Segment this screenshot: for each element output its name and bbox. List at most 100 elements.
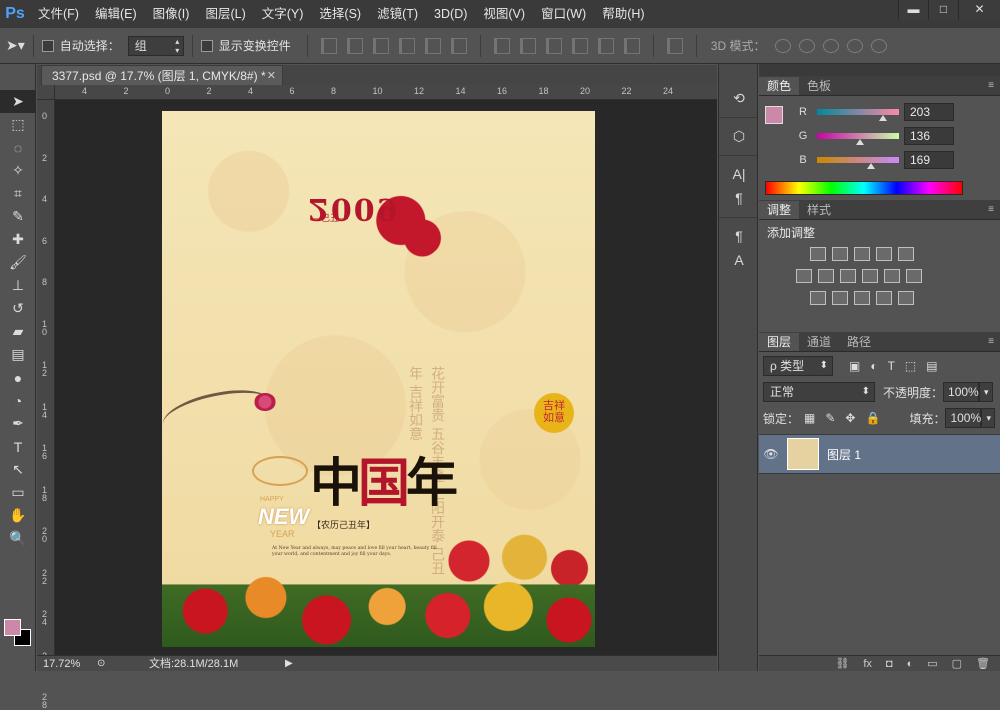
healing-brush-tool-icon[interactable]: ✚ [0,228,36,251]
close-tab-icon[interactable]: ✕ [267,66,276,86]
lock-position-icon[interactable]: ✥ [845,411,855,425]
tab-adjustments[interactable]: 调整 [759,201,800,219]
fill-input[interactable]: 100% [945,408,982,428]
layer-row[interactable]: 👁 图层 1 [759,434,1000,474]
channel-mixer-icon[interactable] [884,269,900,283]
delete-layer-icon[interactable]: 🗑 [976,657,990,670]
3d-pan-icon[interactable] [823,38,840,53]
exposure-icon[interactable] [876,247,892,261]
canvas-area[interactable]: 2009 —己丑— 花开富贵 五谷丰登 三阳开泰 己丑年 吉祥如意 吉祥 如意 … [55,100,717,655]
new-group-icon[interactable]: ▭ [927,657,937,670]
3d-roll-icon[interactable] [799,38,816,53]
marquee-tool-icon[interactable]: ⬚ [0,113,36,136]
move-tool-icon[interactable]: ➤▾ [6,37,25,54]
layer-thumbnail[interactable] [787,438,819,470]
paragraph-styles-icon[interactable]: ¶ [719,224,759,248]
magic-wand-tool-icon[interactable]: ✧ [0,159,36,182]
channel-value-input[interactable]: 203 [904,103,954,121]
layer-filter-kind[interactable]: ρ 类型 [763,356,833,376]
auto-select-dropdown[interactable]: 组 [127,35,184,56]
photo-filter-icon[interactable] [862,269,878,283]
character-styles-icon[interactable]: A [719,248,759,272]
align-left-icon[interactable] [398,37,415,54]
menu-edit[interactable]: 编辑(E) [87,0,145,28]
align-vcenter-icon[interactable] [346,37,363,54]
threshold-icon[interactable] [854,291,870,305]
distribute-top-icon[interactable] [493,37,510,54]
menu-3d[interactable]: 3D(D) [426,0,475,28]
move-tool-icon[interactable]: ➤ [0,90,36,113]
character-panel-icon[interactable]: A| [719,162,759,186]
align-right-icon[interactable] [450,37,467,54]
menu-select[interactable]: 选择(S) [311,0,369,28]
channel-value-input[interactable]: 136 [904,127,954,145]
align-top-icon[interactable] [320,37,337,54]
3d-panel-icon[interactable]: ⬡ [719,124,759,148]
menu-filter[interactable]: 滤镜(T) [369,0,426,28]
eyedropper-tool-icon[interactable]: ✎ [0,205,36,228]
opacity-input[interactable]: 100% [943,382,980,402]
tab-layers[interactable]: 图层 [759,333,800,351]
levels-icon[interactable] [832,247,848,261]
blur-tool-icon[interactable]: ● [0,366,36,389]
minimize-button[interactable]: ▬ [898,0,928,20]
eraser-tool-icon[interactable]: ▰ [0,320,36,343]
gradient-tool-icon[interactable]: ▤ [0,343,36,366]
layer-name[interactable]: 图层 1 [827,446,861,463]
distribute-hcenter-icon[interactable] [597,37,614,54]
close-button[interactable]: ✕ [958,0,1000,20]
slider-thumb[interactable] [878,115,887,121]
auto-select-checkbox[interactable] [41,39,54,52]
menu-image[interactable]: 图像(I) [145,0,198,28]
fg-color-chip[interactable] [765,106,783,124]
channel-slider[interactable] [817,157,899,169]
tab-swatches[interactable]: 色板 [799,77,839,95]
color-lookup-icon[interactable] [906,269,922,283]
color-spectrum[interactable] [765,181,963,195]
lock-image-icon[interactable]: ✎ [825,411,835,425]
layer-style-icon[interactable]: fx [863,658,872,670]
menu-help[interactable]: 帮助(H) [594,0,652,28]
align-hcenter-icon[interactable] [424,37,441,54]
menu-layer[interactable]: 图层(L) [197,0,253,28]
shape-tool-icon[interactable]: ▭ [0,481,36,504]
horizontal-ruler[interactable]: 4 2 0 2 4 6 8 10 12 14 16 18 20 22 24 [55,85,717,100]
zoom-level[interactable]: 17.72% [43,656,80,672]
menu-file[interactable]: 文件(F) [30,0,87,28]
ruler-origin[interactable] [37,85,55,100]
3d-slide-icon[interactable] [847,38,864,53]
tab-paths[interactable]: 路径 [839,333,879,351]
distribute-bottom-icon[interactable] [545,37,562,54]
channel-slider[interactable] [817,109,899,121]
foreground-color-swatch[interactable] [4,619,21,636]
layer-filter-icons[interactable]: ▣◐T⬚▤ [849,359,948,373]
adjustment-layer-icon[interactable]: ◐ [907,658,914,670]
panel-menu-icon[interactable]: ≡ [988,333,994,351]
color-balance-icon[interactable] [818,269,834,283]
visibility-eye-icon[interactable]: 👁 [759,447,783,461]
history-panel-icon[interactable]: ⟲ [719,86,759,110]
type-tool-icon[interactable]: T [0,435,36,458]
lasso-tool-icon[interactable]: ◌ [0,136,36,159]
tab-styles[interactable]: 样式 [799,201,839,219]
status-info-icon[interactable]: ⊙ [97,656,105,672]
brush-tool-icon[interactable]: 🖌 [0,251,36,274]
slider-thumb[interactable] [856,139,865,145]
crop-tool-icon[interactable]: ⌗ [0,182,36,205]
history-brush-tool-icon[interactable]: ↺ [0,297,36,320]
lock-transparent-icon[interactable]: ▦ [804,411,815,425]
dodge-tool-icon[interactable]: ◔ [0,389,36,412]
vertical-ruler[interactable]: 024681 01 21 41 61 82 02 22 42 62 8 [37,100,55,710]
panel-menu-icon[interactable]: ≡ [988,77,994,95]
posterize-icon[interactable] [832,291,848,305]
link-layers-icon[interactable]: ⛓ [835,657,849,670]
blend-mode-select[interactable]: 正常 [763,382,875,402]
hue-saturation-icon[interactable] [796,269,812,283]
document-tab[interactable]: 3377.psd @ 17.7% (图层 1, CMYK/8#) * ✕ [41,65,283,85]
tab-channels[interactable]: 通道 [799,333,839,351]
black-white-icon[interactable] [840,269,856,283]
channel-slider[interactable] [817,133,899,145]
distribute-left-icon[interactable] [571,37,588,54]
distribute-vcenter-icon[interactable] [519,37,536,54]
opacity-dropdown-icon[interactable]: ▾ [979,382,994,402]
